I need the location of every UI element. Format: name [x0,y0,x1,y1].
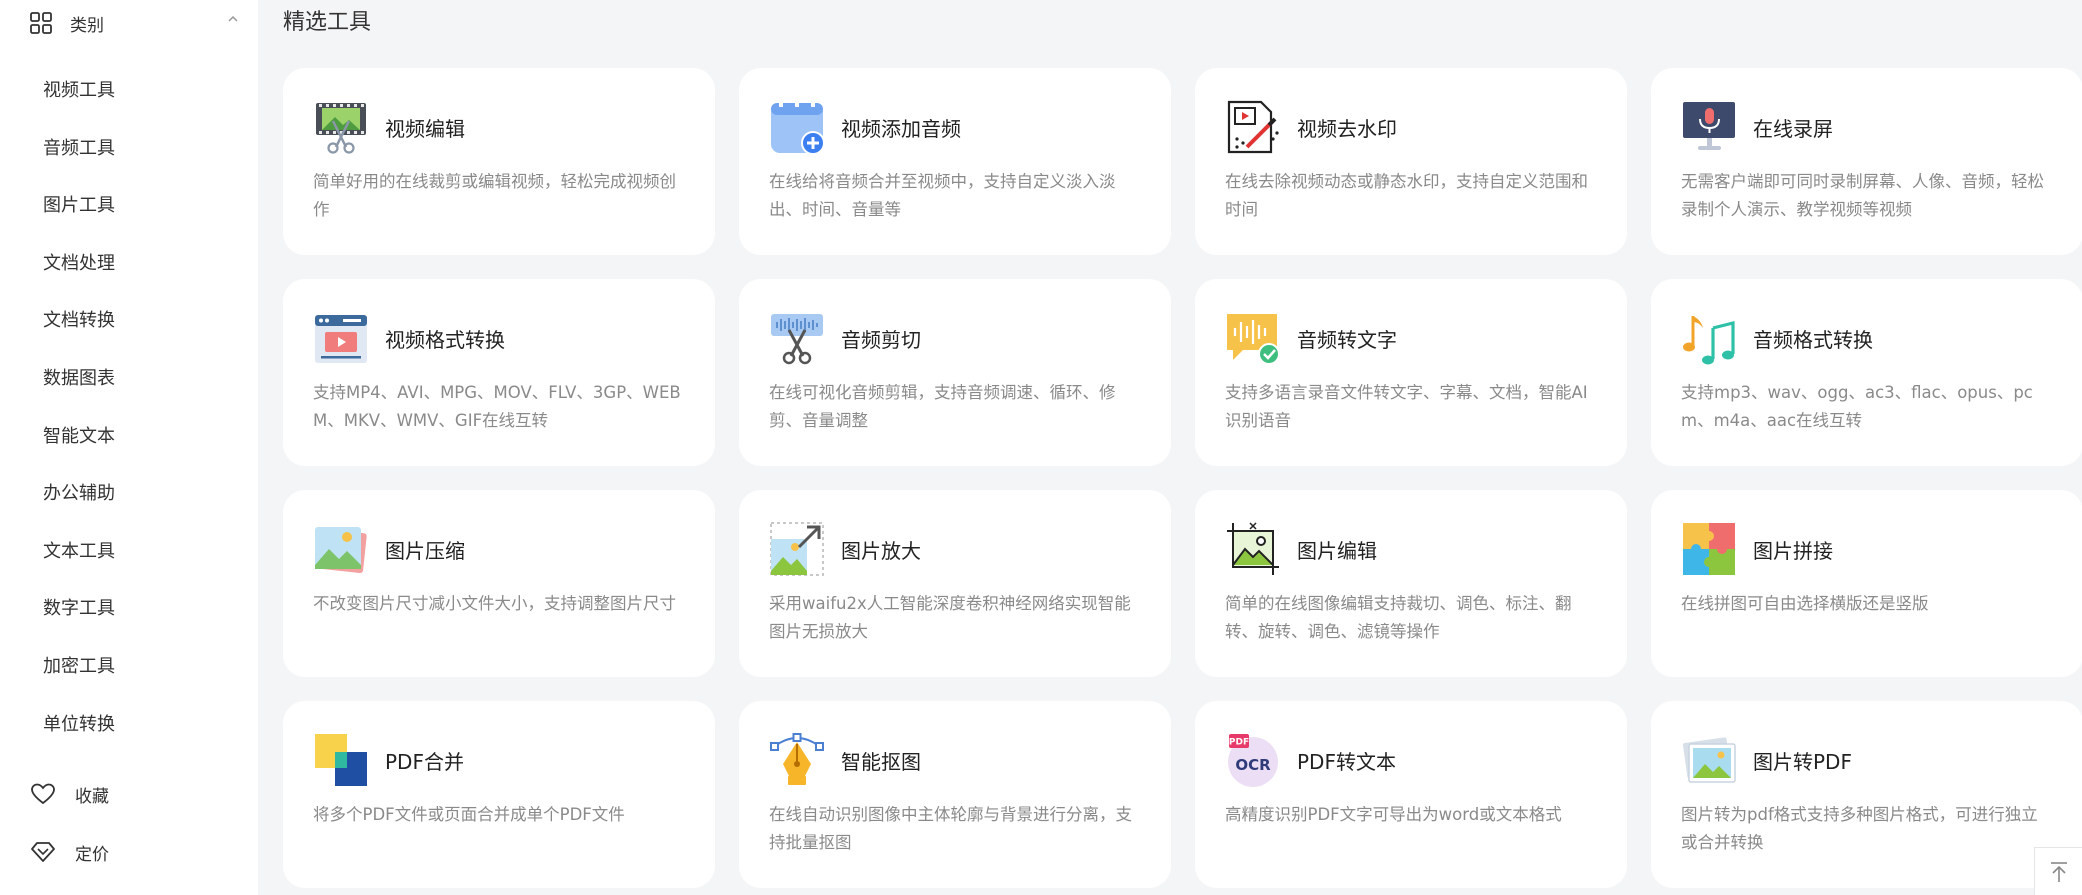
tool-card-audio-cut[interactable]: 音频剪切 在线可视化音频剪辑，支持音频调速、循环、修剪、音量调整 [739,279,1171,466]
sidebar-item-video[interactable]: 视频工具 [0,62,258,120]
pdf-merge-icon [315,734,367,786]
video-watermark-icon [1227,100,1279,154]
image-compress-icon [315,527,367,573]
tool-card-audio-convert[interactable]: 音频格式转换 支持mp3、wav、ogg、ac3、flac、opus、pcm、m… [1651,279,2082,466]
tool-title: 视频去水印 [1297,116,1397,141]
tool-desc: 在线去除视频动态或静态水印，支持自定义范围和时间 [1225,172,1588,219]
tool-desc: 采用waifu2x人工智能深度卷积神经网络实现智能图片无损放大 [769,594,1131,641]
tool-grid: 视频编辑 简单好用的在线裁剪或编辑视频，轻松完成视频创作 视频添加音频 在线给将… [283,68,2082,888]
tool-title: 在线录屏 [1753,116,1833,141]
tool-title: 图片压缩 [385,538,465,563]
audio-convert-icon [1683,316,1735,365]
tool-card-smart-cutout[interactable]: 智能抠图 在线自动识别图像中主体轮廓与背景进行分离，支持批量抠图 [739,701,1171,888]
sidebar-item-text[interactable]: 文本工具 [0,523,258,581]
tool-title: 图片编辑 [1297,538,1377,563]
tool-card-image-puzzle[interactable]: 图片拼接 在线拼图可自由选择横版还是竖版 [1651,490,2082,677]
tool-title: PDF合并 [385,749,464,774]
sidebar-item-smart-text[interactable]: 智能文本 [0,408,258,466]
pricing-label: 定价 [75,844,109,865]
sidebar-item-image[interactable]: 图片工具 [0,177,258,235]
sidebar-item-number[interactable]: 数字工具 [0,580,258,638]
sidebar-item-doc-processing[interactable]: 文档处理 [0,235,258,293]
image-enlarge-icon [770,522,824,576]
tool-desc: 不改变图片尺寸减小文件大小，支持调整图片尺寸 [313,594,676,613]
sidebar: 类别 视频工具 音频工具 图片工具 文档处理 文档转换 数据图表 智能文本 办公… [0,0,258,895]
tool-desc: 在线给将音频合并至视频中，支持自定义淡入淡出、时间、音量等 [769,172,1116,219]
tool-desc: 在线拼图可自由选择横版还是竖版 [1681,594,1929,613]
audio-to-text-icon [1227,314,1280,365]
pdf-to-text-icon: PDF OCR [1228,734,1278,787]
tool-desc: 简单的在线图像编辑支持裁切、调色、标注、翻转、旋转、调色、滤镜等操作 [1225,594,1572,641]
sidebar-item-favorites[interactable]: 收藏 [30,780,109,808]
video-add-audio-icon [771,101,825,155]
tool-title: 视频格式转换 [385,327,505,352]
sidebar-item-audio[interactable]: 音频工具 [0,120,258,178]
tool-title: 视频添加音频 [841,116,961,141]
tool-title: 图片转PDF [1753,749,1852,774]
tool-title: 音频格式转换 [1753,327,1873,352]
tool-card-pdf-merge[interactable]: PDF合并 将多个PDF文件或页面合并成单个PDF文件 [283,701,715,888]
tool-desc: 高精度识别PDF文字可导出为word或文本格式 [1225,805,1562,824]
section-title: 精选工具 [283,10,372,35]
chevron-up-icon[interactable] [226,12,240,26]
heart-icon [31,783,55,805]
category-toggle[interactable]: 类别 [30,10,240,36]
pdf-badge: PDF [1229,738,1249,748]
ocr-badge: OCR [1235,756,1271,774]
tool-card-image-edit[interactable]: 图片编辑 简单的在线图像编辑支持裁切、调色、标注、翻转、旋转、调色、滤镜等操作 [1195,490,1627,677]
tool-desc: 将多个PDF文件或页面合并成单个PDF文件 [313,805,625,824]
grid-icon [30,12,52,34]
tool-card-video-convert[interactable]: 视频格式转换 支持MP4、AVI、MPG、MOV、FLV、3GP、WEBM、MK… [283,279,715,466]
image-to-pdf-icon [1682,737,1736,783]
sidebar-item-doc-convert[interactable]: 文档转换 [0,292,258,350]
tool-card-audio-to-text[interactable]: 音频转文字 支持多语言录音文件转文字、字幕、文档，智能AI识别语音 [1195,279,1627,466]
screen-record-icon [1683,102,1735,150]
smart-cutout-icon [770,733,824,785]
tool-title: 视频编辑 [385,116,465,141]
sidebar-item-data-chart[interactable]: 数据图表 [0,350,258,408]
image-puzzle-icon [1683,523,1735,575]
sidebar-item-pricing[interactable]: 定价 [30,838,109,866]
image-edit-icon [1227,522,1279,575]
tool-title: 智能抠图 [841,749,921,774]
category-label: 类别 [70,15,104,36]
tool-title: 音频转文字 [1297,327,1397,352]
tool-card-image-enlarge[interactable]: 图片放大 采用waifu2x人工智能深度卷积神经网络实现智能图片无损放大 [739,490,1171,677]
back-to-top-button[interactable] [2034,847,2082,895]
favorites-label: 收藏 [75,786,109,807]
tool-card-video-edit[interactable]: 视频编辑 简单好用的在线裁剪或编辑视频，轻松完成视频创作 [283,68,715,255]
tool-card-image-to-pdf[interactable]: 图片转PDF 图片转为pdf格式支持多种图片格式，可进行独立或合并转换 [1651,701,2082,888]
tool-card-image-compress[interactable]: 图片压缩 不改变图片尺寸减小文件大小，支持调整图片尺寸 [283,490,715,677]
tool-desc: 图片转为pdf格式支持多种图片格式，可进行独立或合并转换 [1681,805,2038,852]
main-content: 精选工具 视频编辑 简单好用的在线裁剪或编辑视频，轻松完成视频创作 视频添加音频… [283,0,2082,895]
sidebar-item-encrypt[interactable]: 加密工具 [0,638,258,696]
tool-title: 图片拼接 [1753,538,1833,563]
video-convert-icon [315,315,367,363]
tool-title: 图片放大 [841,538,921,563]
tool-card-video-add-audio[interactable]: 视频添加音频 在线给将音频合并至视频中，支持自定义淡入淡出、时间、音量等 [739,68,1171,255]
tool-card-pdf-to-text[interactable]: PDF OCR PDF转文本 高精度识别PDF文字可导出为word或文本格式 [1195,701,1627,888]
arrow-up-icon [2050,861,2067,882]
diamond-icon [31,842,55,862]
video-edit-icon [316,103,366,154]
tool-desc: 在线自动识别图像中主体轮廓与背景进行分离，支持批量抠图 [769,805,1132,852]
category-menu: 视频工具 音频工具 图片工具 文档处理 文档转换 数据图表 智能文本 办公辅助 … [0,62,258,753]
tool-desc: 支持多语言录音文件转文字、字幕、文档，智能AI识别语音 [1225,383,1588,430]
tool-desc: 简单好用的在线裁剪或编辑视频，轻松完成视频创作 [313,172,676,219]
audio-cut-icon [771,314,823,365]
tool-card-screen-record[interactable]: 在线录屏 无需客户端即可同时录制屏幕、人像、音频，轻松录制个人演示、教学视频等视… [1651,68,2082,255]
tool-card-video-watermark[interactable]: 视频去水印 在线去除视频动态或静态水印，支持自定义范围和时间 [1195,68,1627,255]
tool-title: PDF转文本 [1297,749,1396,774]
sidebar-item-office[interactable]: 办公辅助 [0,465,258,523]
tool-desc: 在线可视化音频剪辑，支持音频调速、循环、修剪、音量调整 [769,383,1116,430]
tool-desc: 无需客户端即可同时录制屏幕、人像、音频，轻松录制个人演示、教学视频等视频 [1681,172,2044,219]
sidebar-item-unit[interactable]: 单位转换 [0,696,258,754]
tool-desc: 支持MP4、AVI、MPG、MOV、FLV、3GP、WEBM、MKV、WMV、G… [313,383,681,430]
tool-title: 音频剪切 [841,327,921,352]
tool-desc: 支持mp3、wav、ogg、ac3、flac、opus、pcm、m4a、aac在… [1681,383,2033,430]
